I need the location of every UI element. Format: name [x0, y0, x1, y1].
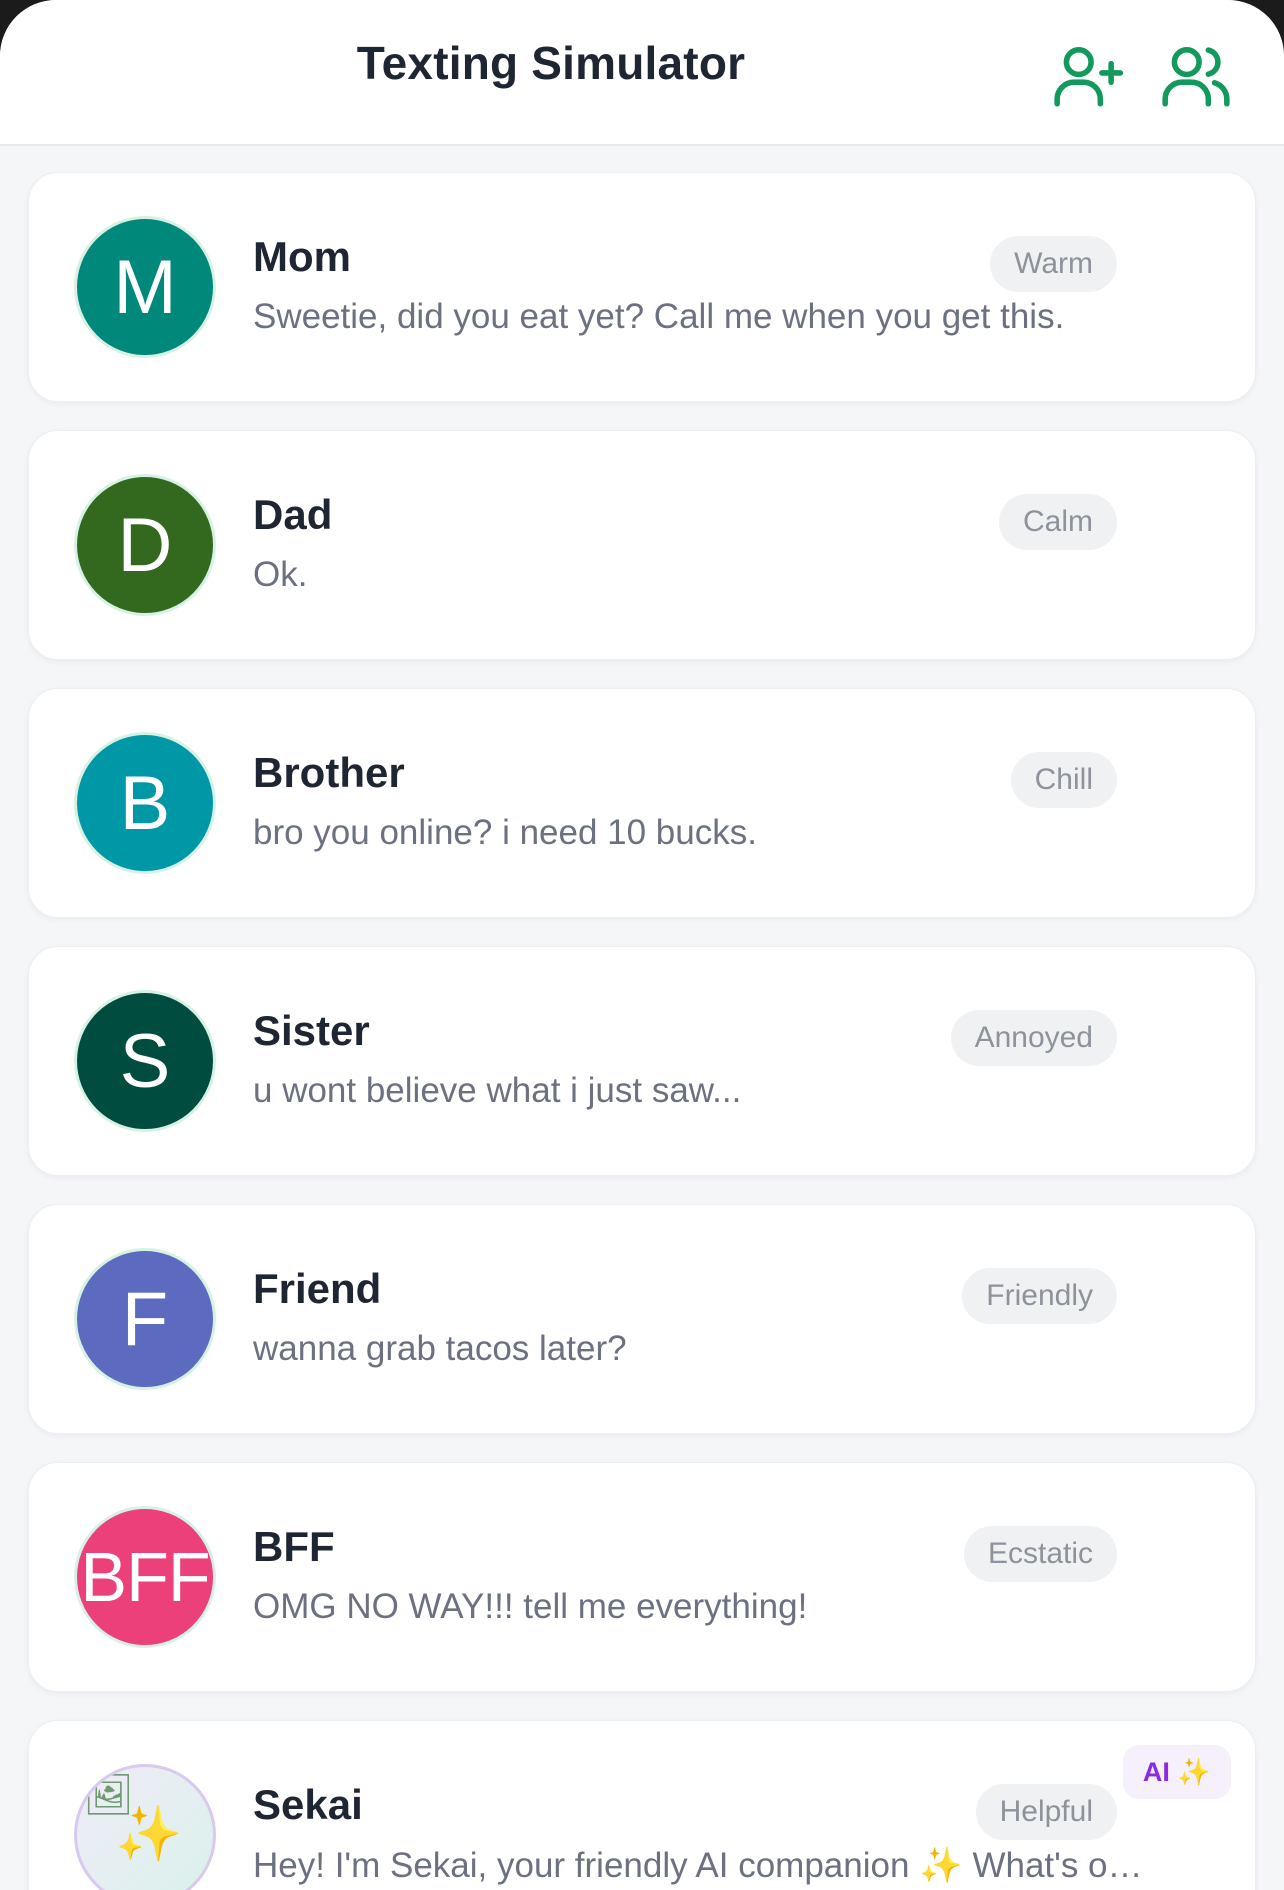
sparkles-icon: ✨	[115, 1804, 183, 1864]
message-preview: u wont believe what i just saw...	[253, 1071, 742, 1110]
ai-badge: AI ✨	[1122, 1745, 1231, 1799]
avatar: B	[74, 732, 216, 874]
avatar: BFF	[74, 1506, 216, 1648]
message-preview: wanna grab tacos later?	[253, 1329, 627, 1368]
contact-name: Mom	[253, 233, 351, 280]
contacts-button[interactable]	[1156, 36, 1236, 116]
mood-badge: Friendly	[962, 1268, 1117, 1324]
app-header: Texting Simulator	[0, 0, 1284, 146]
message-preview: bro you online? i need 10 bucks.	[253, 813, 757, 852]
contact-card-friend[interactable]: F Friend Friendly wanna grab tacos later…	[28, 1204, 1256, 1434]
mood-badge: Helpful	[975, 1784, 1117, 1840]
avatar: F	[74, 1248, 216, 1390]
contact-card-brother[interactable]: B Brother Chill bro you online? i need 1…	[28, 688, 1256, 918]
contact-card-sister[interactable]: S Sister Annoyed u wont believe what i j…	[28, 946, 1256, 1176]
mood-badge: Ecstatic	[963, 1526, 1117, 1582]
contact-name: Sister	[253, 1007, 370, 1054]
avatar: M	[74, 216, 216, 358]
mood-badge: Annoyed	[950, 1010, 1117, 1066]
mood-badge: Warm	[990, 236, 1117, 292]
user-plus-icon	[1054, 47, 1124, 107]
mood-badge: Calm	[998, 494, 1117, 550]
message-preview: Hey! I'm Sekai, your friendly AI compani…	[253, 1846, 1153, 1885]
message-preview: Ok.	[253, 555, 308, 594]
contact-name: Brother	[253, 749, 405, 796]
message-preview: Sweetie, did you eat yet? Call me when y…	[253, 297, 1065, 336]
users-icon	[1162, 47, 1230, 107]
contact-card-mom[interactable]: M Mom Warm Sweetie, did you eat yet? Cal…	[28, 172, 1256, 402]
app-screen: Texting Simulator M Mom Warm Sweetie, di…	[0, 0, 1284, 1890]
contact-name: Dad	[253, 491, 333, 538]
add-contact-button[interactable]	[1048, 36, 1128, 116]
mood-badge: Chill	[1010, 752, 1117, 808]
avatar: S	[74, 990, 216, 1132]
message-preview: OMG NO WAY!!! tell me everything!	[253, 1587, 808, 1626]
contact-card-dad[interactable]: D Dad Calm Ok.	[28, 430, 1256, 660]
page-title: Texting Simulator	[356, 37, 746, 89]
contact-name: BFF	[253, 1523, 335, 1570]
contact-name: Friend	[253, 1265, 382, 1312]
contact-name: Sekai	[253, 1781, 363, 1828]
avatar-ai: 🖼 ✨	[74, 1764, 216, 1890]
contact-card-sekai[interactable]: 🖼 ✨ AI ✨ Sekai Helpful Hey! I'm Sekai, y…	[28, 1720, 1256, 1890]
avatar: D	[74, 474, 216, 616]
contact-card-bff[interactable]: BFF BFF Ecstatic OMG NO WAY!!! tell me e…	[28, 1462, 1256, 1692]
